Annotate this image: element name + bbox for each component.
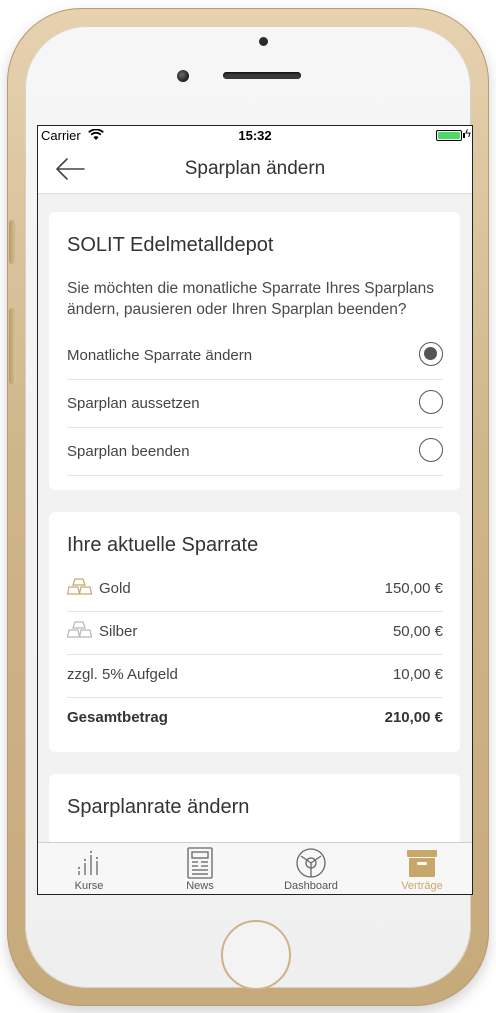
tab-kurse[interactable]: Kurse [49, 843, 129, 894]
radio-button-selected[interactable] [419, 342, 443, 366]
charging-icon: ϟ [465, 128, 471, 140]
tab-label: Kurse [74, 880, 104, 892]
current-rate-card: Ihre aktuelle Sparrate Gold 150,00 € Sil… [49, 512, 460, 752]
card-title-change-rate: Sparplanrate ändern [67, 796, 250, 818]
option-end-plan[interactable]: Sparplan beenden [67, 428, 443, 476]
home-button[interactable] [221, 920, 291, 990]
archive-box-icon [407, 850, 437, 877]
page-title: Sparplan ändern [184, 158, 326, 179]
newspaper-icon [187, 847, 213, 879]
option-label: Sparplan beenden [67, 443, 190, 460]
rate-row-total: Gesamtbetrag 210,00 € [67, 697, 443, 740]
radio-button[interactable] [419, 438, 443, 462]
tab-vertraege[interactable]: Verträge [382, 843, 462, 894]
total-label: Gesamtbetrag [67, 709, 168, 726]
dashboard-icon [296, 848, 326, 878]
depot-options-card: SOLIT Edelmetalldepot Sie möchten die mo… [49, 212, 460, 490]
app-screen: Carrier 15:32 ϟ Sparplan ändern SOLIT Ed… [37, 125, 473, 895]
tab-label: Dashboard [284, 880, 338, 892]
options-description: Sie möchten die monatliche Sparrate Ihre… [67, 280, 435, 318]
total-value: 210,00 € [384, 709, 443, 726]
rate-row-silver: Silber 50,00 € [67, 611, 443, 655]
volume-up-button [9, 308, 16, 384]
tab-dashboard[interactable]: Dashboard [271, 843, 351, 894]
card-title-current-rate: Ihre aktuelle Sparrate [67, 534, 259, 556]
tab-bar: Kurse News Dashboard Verträge [38, 842, 472, 894]
rate-row-premium: zzgl. 5% Aufgeld 10,00 € [67, 654, 443, 698]
battery-icon [436, 130, 462, 141]
radio-button[interactable] [419, 390, 443, 414]
front-camera [177, 70, 189, 82]
chart-bars-icon [78, 851, 98, 875]
tab-news[interactable]: News [160, 843, 240, 894]
option-change-rate[interactable]: Monatliche Sparrate ändern [67, 332, 443, 380]
status-bar: Carrier 15:32 ϟ [38, 126, 472, 144]
option-label: Monatliche Sparrate ändern [67, 347, 253, 364]
rate-value: 50,00 € [392, 623, 443, 640]
rate-value: 150,00 € [384, 580, 443, 597]
option-label: Sparplan aussetzen [67, 395, 200, 412]
rate-label: Silber [99, 623, 138, 640]
navigation-bar: Sparplan ändern [38, 144, 472, 194]
option-pause-plan[interactable]: Sparplan aussetzen [67, 380, 443, 428]
silver-bars-icon [67, 621, 93, 638]
earpiece-speaker [223, 72, 301, 79]
rate-row-gold: Gold 150,00 € [67, 568, 443, 612]
rate-label: zzgl. 5% Aufgeld [67, 666, 178, 683]
status-time: 15:32 [238, 128, 272, 143]
card-title-depot: SOLIT Edelmetalldepot [67, 234, 274, 256]
mute-switch [9, 220, 16, 264]
rate-value: 10,00 € [392, 666, 443, 683]
tab-label: Verträge [401, 880, 443, 892]
proximity-sensor [259, 37, 268, 46]
rate-label: Gold [99, 580, 131, 597]
gold-bars-icon [67, 578, 93, 595]
tab-label: News [186, 880, 214, 892]
